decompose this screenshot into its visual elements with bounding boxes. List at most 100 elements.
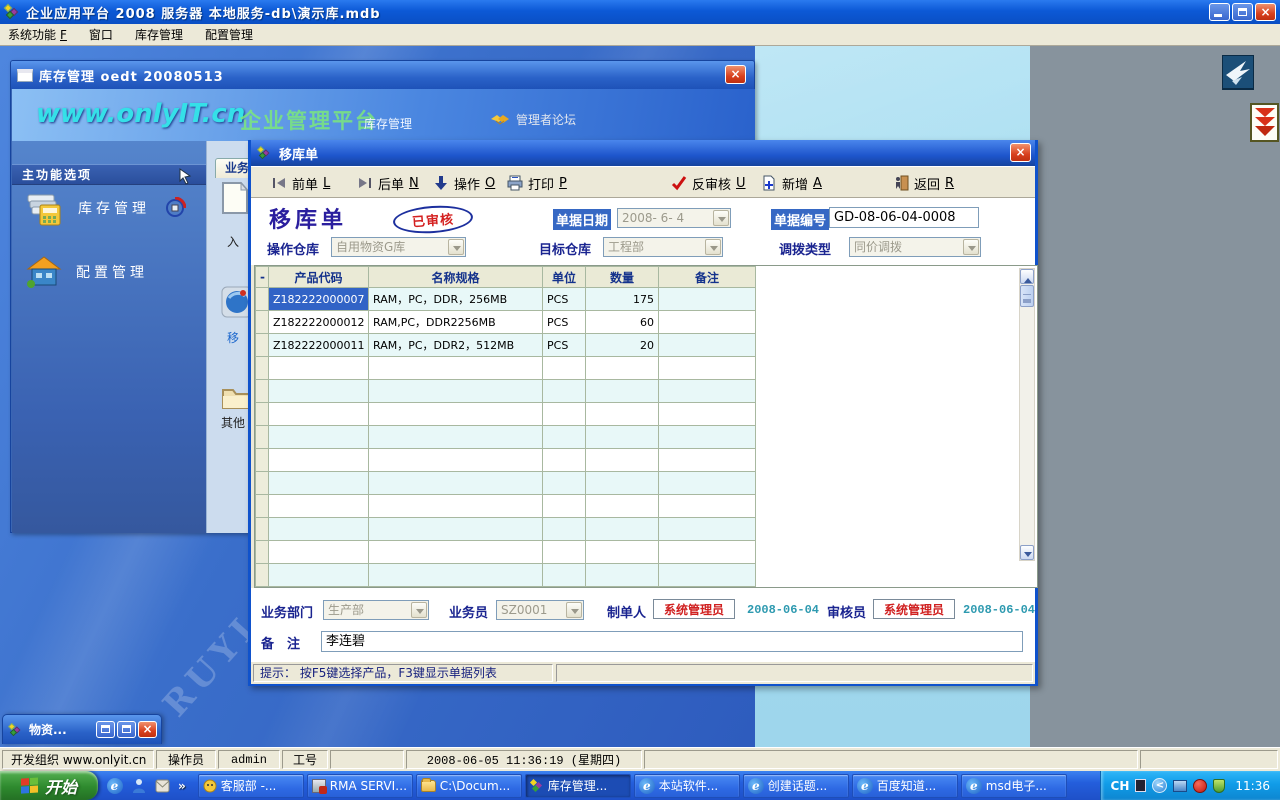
taskbar-button-msd[interactable]: e msd电子...: [961, 774, 1067, 798]
taskbar-button-baidu[interactable]: e 百度知道...: [852, 774, 958, 798]
bird-app-icon[interactable]: [1222, 55, 1254, 96]
org-pane: 开发组织 www.onlyit.cn: [2, 750, 154, 769]
refresh-icon: [164, 197, 186, 219]
main-titlebar: 企业应用平台 2008 服务器 本地服务-db\演示库.mdb ×: [0, 0, 1280, 24]
sidebar: 主功能选项 库存管理: [12, 141, 206, 533]
dept-combo[interactable]: 生产部: [323, 600, 429, 620]
close-button[interactable]: ×: [1255, 3, 1276, 21]
taskbar-button-site[interactable]: e 本站软件...: [634, 774, 740, 798]
menu-system[interactable]: 系统功能F: [8, 26, 67, 43]
clerk-combo[interactable]: SZ0001: [496, 600, 584, 620]
dropdown-arrow-icon[interactable]: [705, 239, 721, 255]
messenger-quicklaunch-icon[interactable]: [130, 777, 147, 794]
table-row-empty[interactable]: [256, 472, 756, 495]
forum-link[interactable]: 管理者论坛: [490, 111, 576, 128]
auditor-label: 审核员: [827, 602, 866, 621]
menu-inventory[interactable]: 库存管理: [135, 26, 183, 43]
table-row-empty[interactable]: [256, 357, 756, 380]
scroll-up-button[interactable]: [1020, 269, 1034, 284]
return-button[interactable]: 返回R: [889, 171, 958, 195]
auditor-name-box: 系统管理员: [873, 599, 955, 619]
table-row[interactable]: Z182222000012 RAM,PC，DDR2256MB PCS 60: [256, 311, 756, 334]
update-shield-icon[interactable]: [1213, 779, 1225, 793]
doc-type-title: 移库单: [269, 202, 347, 234]
system-tray: CH < 11:36: [1100, 771, 1280, 800]
print-icon: [507, 175, 523, 191]
dst-warehouse-combo[interactable]: 工程部: [603, 237, 723, 257]
mini-restore-button[interactable]: [96, 721, 115, 738]
datetime-pane: 2008-06-05 11:36:19 (星期四): [406, 750, 642, 769]
main-window-title: 企业应用平台 2008 服务器 本地服务-db\演示库.mdb: [26, 3, 381, 22]
outlook-quicklaunch-icon[interactable]: [154, 777, 171, 794]
hint-text: 提示： 按F5键选择产品，F3键显示单据列表: [253, 664, 553, 682]
restore-button[interactable]: [1232, 3, 1253, 21]
minimized-materials-window[interactable]: 物资... ×: [2, 714, 162, 744]
unaudit-button[interactable]: 反审核U: [667, 171, 750, 195]
col-name-spec[interactable]: 名称规格: [369, 267, 543, 288]
table-row[interactable]: Z182222000007 RAM，PC，DDR，256MB PCS 175: [256, 288, 756, 311]
table-row-empty[interactable]: [256, 380, 756, 403]
ie-quicklaunch-icon[interactable]: e: [106, 777, 123, 794]
col-qty[interactable]: 数量: [586, 267, 659, 288]
table-row-empty[interactable]: [256, 495, 756, 518]
col-note[interactable]: 备注: [659, 267, 756, 288]
next-doc-button[interactable]: 后单N: [353, 171, 423, 195]
table-row-empty[interactable]: [256, 518, 756, 541]
taskbar-button-explorer[interactable]: C:\Docum...: [416, 774, 522, 798]
scroll-down-button[interactable]: [1020, 545, 1034, 560]
dropdown-arrow-icon[interactable]: [448, 239, 464, 255]
taskbar-button-topic[interactable]: e 创建话题...: [743, 774, 849, 798]
scrollbar-thumb[interactable]: [1020, 285, 1034, 307]
add-new-button[interactable]: 新增A: [757, 171, 826, 195]
taskbar-button-inventory[interactable]: 库存管理...: [525, 774, 631, 798]
dropdown-arrow-icon[interactable]: [411, 602, 427, 618]
sidebar-item-config[interactable]: 配置管理: [26, 253, 148, 291]
dept-label: 业务部门: [261, 602, 313, 621]
table-row-empty[interactable]: [256, 426, 756, 449]
dropdown-arrow-icon[interactable]: [713, 210, 729, 226]
start-button[interactable]: 开始: [0, 771, 98, 800]
prev-icon: [271, 175, 287, 191]
menu-config[interactable]: 配置管理: [205, 26, 253, 43]
app-icon: [203, 779, 217, 793]
col-product-code[interactable]: 产品代码: [269, 267, 369, 288]
taskbar-button-rma[interactable]: RMA SERVICE: [307, 774, 413, 798]
keyboard-icon[interactable]: [1135, 779, 1146, 792]
ati-tray-icon[interactable]: [1193, 779, 1207, 793]
doc-date-combo[interactable]: 2008- 6- 4: [617, 208, 731, 228]
inventory-close-button[interactable]: ×: [725, 65, 746, 84]
language-indicator[interactable]: CH: [1111, 779, 1130, 793]
action-arrow-icon: [433, 175, 449, 191]
inventory-icon: [26, 189, 64, 227]
minimize-button[interactable]: [1209, 3, 1230, 21]
table-row-empty[interactable]: [256, 403, 756, 426]
dialog-close-button[interactable]: ×: [1010, 143, 1031, 162]
table-row[interactable]: Z182222000011 RAM，PC，DDR2，512MB PCS 20: [256, 334, 756, 357]
quicklaunch-overflow-chevron[interactable]: »: [178, 779, 186, 793]
doc-no-input[interactable]: GD-08-06-04-0008: [829, 207, 979, 228]
action-button[interactable]: 操作O: [429, 171, 499, 195]
table-row-empty[interactable]: [256, 564, 756, 587]
menu-window[interactable]: 窗口: [89, 26, 113, 43]
mini-maximize-button[interactable]: [117, 721, 136, 738]
table-row-empty[interactable]: [256, 541, 756, 564]
src-warehouse-combo[interactable]: 自用物资G库: [331, 237, 466, 257]
clock: 11:36: [1235, 779, 1270, 793]
sidebar-item-inventory[interactable]: 库存管理: [26, 189, 186, 227]
hide-icons-chevron[interactable]: <: [1152, 778, 1167, 793]
network-icon[interactable]: [1173, 780, 1187, 792]
prev-doc-button[interactable]: 前单L: [267, 171, 334, 195]
print-button[interactable]: 打印P: [503, 171, 571, 195]
app-icon: [530, 779, 544, 793]
dropdown-arrow-icon[interactable]: [963, 239, 979, 255]
remark-input[interactable]: 李连碧: [321, 631, 1023, 652]
transfer-type-combo[interactable]: 同价调拨: [849, 237, 981, 257]
mini-close-button[interactable]: ×: [138, 721, 157, 738]
col-unit[interactable]: 单位: [543, 267, 586, 288]
vertical-scrollbar[interactable]: [1019, 268, 1035, 561]
dropdown-arrow-icon[interactable]: [566, 602, 582, 618]
download-app-icon[interactable]: [1250, 103, 1280, 146]
inbound-doc-icon[interactable]: [221, 181, 249, 218]
table-row-empty[interactable]: [256, 449, 756, 472]
taskbar-button-support[interactable]: 客服部 -...: [198, 774, 304, 798]
